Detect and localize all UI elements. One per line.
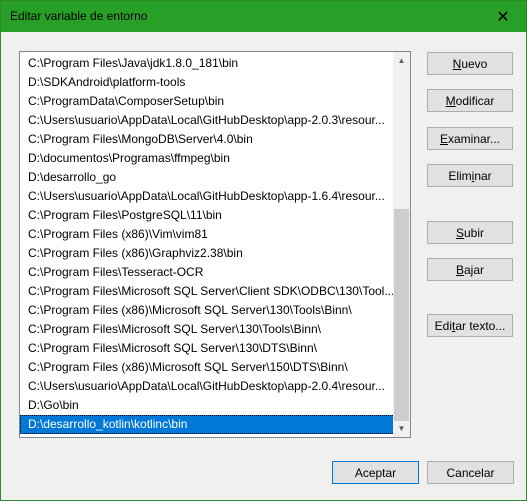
scroll-up-icon[interactable]: ▲: [393, 52, 410, 69]
edit-text-button-label: Editar texto...: [434, 318, 506, 333]
list-item[interactable]: C:\Program Files (x86)\Microsoft SQL Ser…: [20, 358, 395, 377]
list-item[interactable]: D:\documentos\Programas\ffmpeg\bin: [20, 149, 395, 168]
title-bar[interactable]: Editar variable de entorno ✕: [1, 1, 526, 32]
edit-button-label: Modificar: [445, 93, 495, 108]
list-item[interactable]: C:\Program Files\MongoDB\Server\4.0\bin: [20, 130, 395, 149]
edit-env-variable-dialog: Editar variable de entorno ✕ C:\Program …: [0, 0, 527, 501]
list-item[interactable]: C:\Program Files\Microsoft SQL Server\13…: [20, 320, 395, 339]
browse-button[interactable]: Examinar...: [427, 127, 513, 150]
ok-button[interactable]: Aceptar: [332, 461, 419, 484]
list-item[interactable]: C:\Program Files\Java\jdk1.8.0_181\bin: [20, 54, 395, 73]
list-item[interactable]: D:\SDKAndroid\platform-tools: [20, 73, 395, 92]
new-button[interactable]: Nuevo: [427, 52, 513, 75]
list-item[interactable]: D:\desarrollo_go: [20, 168, 395, 187]
close-icon[interactable]: ✕: [480, 1, 526, 32]
edit-text-button[interactable]: Editar texto...: [427, 314, 513, 337]
move-down-button-label: Bajar: [455, 262, 485, 277]
list-item[interactable]: C:\Users\usuario\AppData\Local\GitHubDes…: [20, 377, 395, 396]
list-item[interactable]: D:\desarrollo_kotlin\kotlinc\bin: [20, 415, 395, 434]
list-item[interactable]: C:\ProgramData\ComposerSetup\bin: [20, 92, 395, 111]
new-button-label: Nuevo: [452, 56, 488, 71]
move-up-button[interactable]: Subir: [427, 221, 513, 244]
window-title: Editar variable de entorno: [10, 9, 148, 23]
list-item[interactable]: C:\Users\usuario\AppData\Local\GitHubDes…: [20, 187, 395, 206]
edit-button[interactable]: Modificar: [427, 89, 513, 112]
list-item[interactable]: C:\Program Files (x86)\Microsoft SQL Ser…: [20, 301, 395, 320]
scroll-down-icon[interactable]: ▼: [393, 420, 410, 437]
path-list[interactable]: C:\Program Files\Java\jdk1.8.0_181\bin D:…: [19, 51, 411, 438]
cancel-button[interactable]: Cancelar: [427, 461, 514, 484]
list-item[interactable]: D:\Go\bin: [20, 396, 395, 415]
list-item[interactable]: C:\Program Files (x86)\Graphviz2.38\bin: [20, 244, 395, 263]
list-item[interactable]: C:\Program Files\PostgreSQL\11\bin: [20, 206, 395, 225]
vertical-scrollbar[interactable]: ▲ ▼: [393, 52, 410, 437]
move-down-button[interactable]: Bajar: [427, 258, 513, 281]
list-item[interactable]: C:\Program Files (x86)\Vim\vim81: [20, 225, 395, 244]
list-item[interactable]: C:\Users\usuario\AppData\Local\GitHubDes…: [20, 111, 395, 130]
list-item[interactable]: C:\Program Files\Microsoft SQL Server\13…: [20, 339, 395, 358]
scroll-thumb[interactable]: [394, 209, 409, 421]
list-item[interactable]: C:\Program Files\Microsoft SQL Server\Cl…: [20, 282, 395, 301]
delete-button[interactable]: Eliminar: [427, 164, 513, 187]
list-item[interactable]: C:\Program Files\Tesseract-OCR: [20, 263, 395, 282]
browse-button-label: Examinar...: [439, 131, 501, 146]
move-up-button-label: Subir: [455, 225, 485, 240]
delete-button-label: Eliminar: [448, 168, 492, 183]
path-list-items: C:\Program Files\Java\jdk1.8.0_181\bin D:…: [20, 54, 395, 434]
